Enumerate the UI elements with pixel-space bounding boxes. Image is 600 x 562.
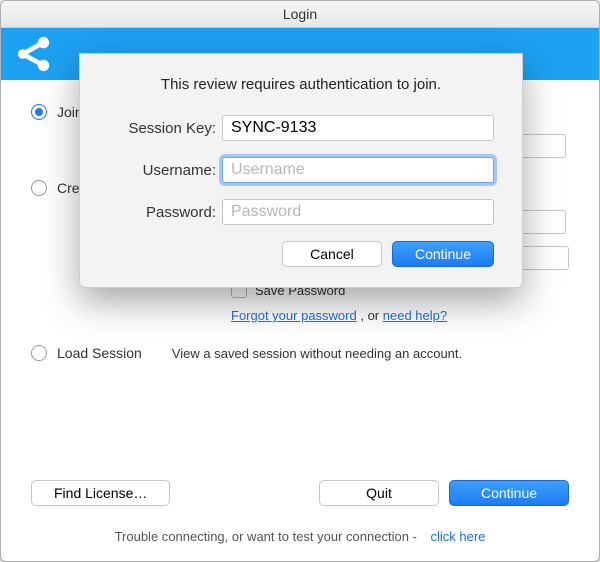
forgot-password-link[interactable]: Forgot your password [231,308,357,323]
auth-password-row: Password: [108,199,494,225]
auth-modal-title: This review requires authentication to j… [108,76,494,93]
footer: Trouble connecting, or want to test your… [1,529,599,544]
auth-continue-button[interactable]: Continue [392,241,494,267]
auth-cancel-button[interactable]: Cancel [282,241,382,267]
session-key-row: Session Key: [108,115,494,141]
footer-text: Trouble connecting, or want to test your… [115,529,417,544]
username-row: Username: [108,157,494,183]
footer-link[interactable]: click here [431,529,486,544]
auth-modal: This review requires authentication to j… [79,53,523,288]
auth-password-input[interactable] [222,199,494,225]
username-label: Username: [108,162,216,179]
find-license-button[interactable]: Find License… [31,480,170,506]
session-key-input[interactable] [222,115,494,141]
links-separator: , or [357,308,383,323]
username-input[interactable] [222,157,494,183]
continue-button[interactable]: Continue [449,480,569,506]
auth-password-label: Password: [108,204,216,221]
create-radio[interactable] [31,180,47,196]
load-session-desc: View a saved session without needing an … [172,346,462,361]
load-session-radio[interactable] [31,345,47,361]
session-key-label: Session Key: [108,120,216,137]
help-links-row: Forgot your password , or need help? [231,308,569,323]
load-session-label: Load Session [57,345,142,361]
quit-button[interactable]: Quit [319,480,439,506]
auth-modal-buttons: Cancel Continue [108,241,494,267]
load-session-row: Load Session View a saved session withou… [31,345,569,361]
need-help-link[interactable]: need help? [383,308,447,323]
window-title: Login [1,1,599,28]
login-window: Login Join Create Password: [0,0,600,562]
join-radio[interactable] [31,104,47,120]
bottom-button-bar: Find License… Quit Continue [31,480,569,506]
app-logo-icon [15,35,53,73]
